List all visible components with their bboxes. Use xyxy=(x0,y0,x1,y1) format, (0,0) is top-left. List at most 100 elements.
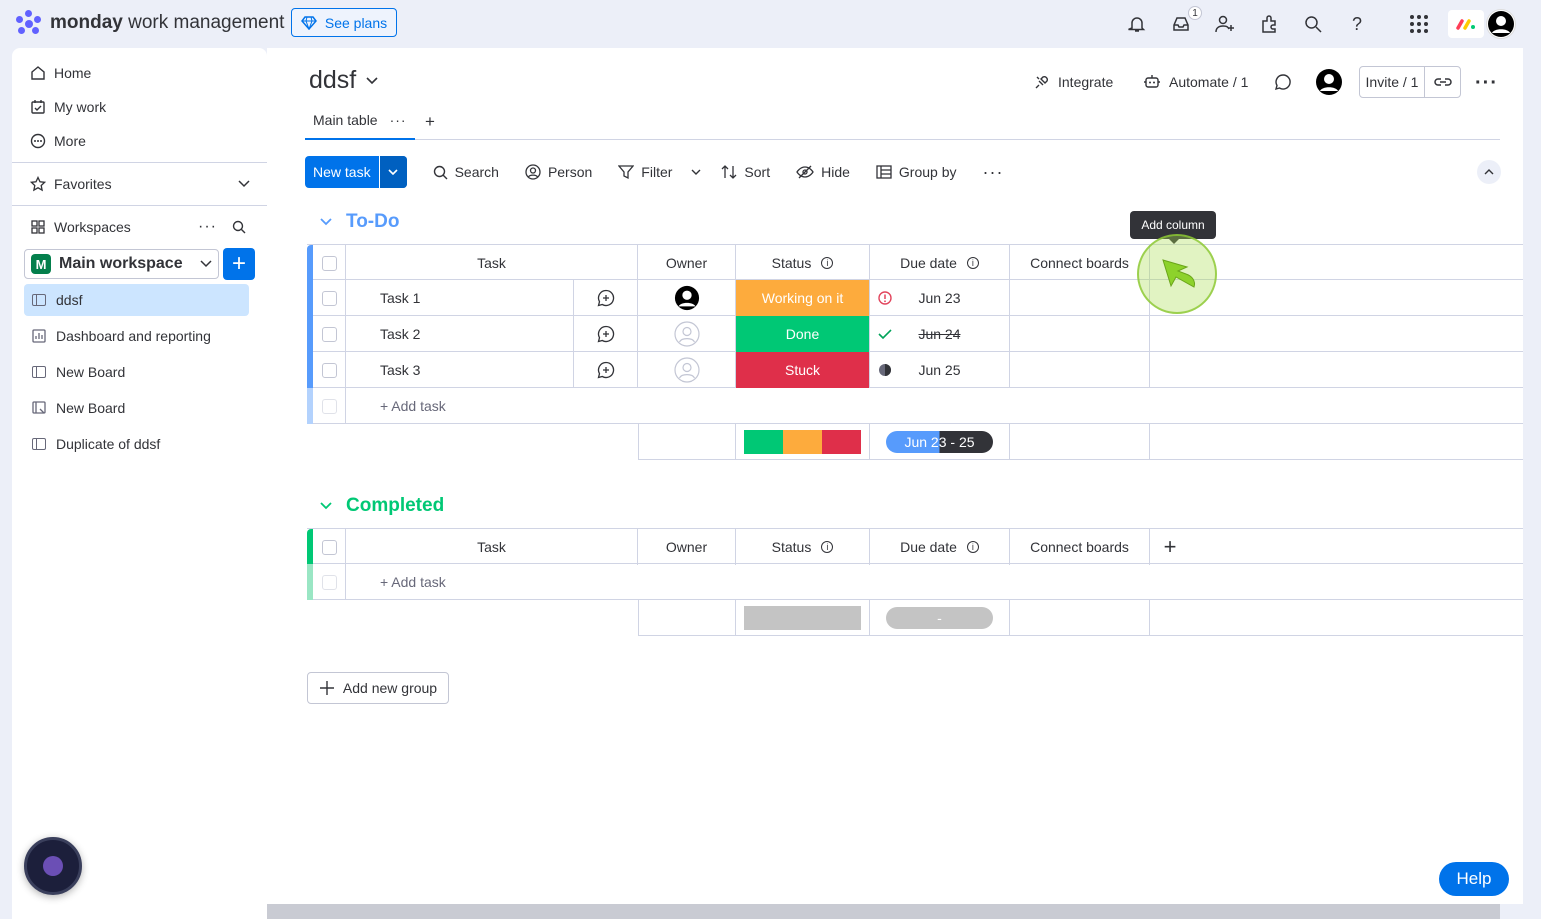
table-row[interactable]: Task 1 Working on it Jun 23 xyxy=(307,280,1523,316)
copy-link-icon[interactable] xyxy=(1424,67,1460,97)
workspace-selector[interactable]: M Main workspace xyxy=(24,249,219,279)
sidebar-my-work[interactable]: My work xyxy=(30,94,106,120)
horizontal-scrollbar[interactable] xyxy=(267,904,1500,919)
due-date-cell[interactable]: Jun 23 xyxy=(870,280,1010,316)
hide-button[interactable]: Hide xyxy=(796,164,850,180)
column-header-connect-boards[interactable]: Connect boards xyxy=(1010,245,1150,281)
sidebar-board-new-board-2[interactable]: New Board xyxy=(24,392,249,424)
info-icon[interactable]: i xyxy=(821,541,834,553)
task-name[interactable]: Task 1 xyxy=(346,280,573,316)
owner-empty-avatar-icon[interactable] xyxy=(638,316,736,352)
info-icon[interactable]: i xyxy=(966,541,979,553)
column-header-task[interactable]: Task xyxy=(346,245,638,281)
chevron-down-icon[interactable] xyxy=(691,169,701,175)
connect-boards-cell[interactable] xyxy=(1010,316,1150,352)
select-all-checkbox[interactable] xyxy=(313,529,346,565)
add-task-row[interactable]: + Add task xyxy=(307,388,1523,424)
integrate-button[interactable]: Integrate xyxy=(1034,70,1113,94)
select-all-checkbox[interactable] xyxy=(313,245,346,281)
sidebar-board-ddsf[interactable]: ddsf xyxy=(24,284,249,316)
row-checkbox[interactable] xyxy=(313,352,346,388)
status-cell[interactable]: Stuck xyxy=(736,352,870,388)
add-task-row[interactable]: + Add task xyxy=(307,564,1523,600)
due-date-cell[interactable]: Jun 25 xyxy=(870,352,1010,388)
search-icon[interactable] xyxy=(1301,12,1325,36)
collapse-header-icon[interactable] xyxy=(1477,160,1501,184)
invite-button[interactable]: Invite / 1 xyxy=(1359,66,1461,98)
add-item-button[interactable]: + xyxy=(223,248,255,280)
tab-main-table[interactable]: Main table ··· xyxy=(305,112,415,140)
group-header-todo[interactable]: To-Do xyxy=(320,211,399,233)
column-header-owner[interactable]: Owner xyxy=(638,529,736,565)
info-icon[interactable]: i xyxy=(821,257,834,269)
group-header-completed[interactable]: Completed xyxy=(320,495,444,517)
see-plans-button[interactable]: See plans xyxy=(291,8,397,37)
status-cell[interactable]: Working on it xyxy=(736,280,870,316)
filter-button[interactable]: Filter xyxy=(618,164,701,180)
row-checkbox[interactable] xyxy=(313,316,346,352)
sidebar-home[interactable]: Home xyxy=(30,60,91,86)
board-menu-icon[interactable]: ··· xyxy=(1475,72,1498,95)
add-view-icon[interactable]: + xyxy=(425,112,435,132)
column-header-status[interactable]: Status i xyxy=(736,529,870,565)
sidebar-favorites[interactable]: Favorites xyxy=(30,171,250,197)
sidebar-more[interactable]: More xyxy=(30,128,86,154)
board-title[interactable]: ddsf xyxy=(309,66,378,95)
task-name[interactable]: Task 2 xyxy=(346,316,573,352)
connect-boards-cell[interactable] xyxy=(1010,280,1150,316)
add-task-input[interactable]: + Add task xyxy=(346,564,746,600)
workspace-options-icon[interactable]: ··· xyxy=(198,218,217,236)
info-icon[interactable]: i xyxy=(966,257,979,269)
column-header-status[interactable]: Status i xyxy=(736,245,870,281)
ai-assistant-button[interactable] xyxy=(24,837,82,895)
sidebar-workspaces[interactable]: Workspaces xyxy=(30,214,131,240)
new-task-dropdown-icon[interactable] xyxy=(378,156,407,188)
column-header-connect-boards[interactable]: Connect boards xyxy=(1010,529,1150,565)
task-name[interactable]: Task 3 xyxy=(346,352,573,388)
add-update-icon[interactable] xyxy=(573,352,638,388)
monday-product-icon[interactable] xyxy=(1448,10,1484,38)
tab-options-icon[interactable]: ··· xyxy=(390,112,407,128)
sidebar-board-duplicate[interactable]: Duplicate of ddsf xyxy=(24,428,249,460)
column-header-task[interactable]: Task xyxy=(346,529,638,565)
connect-boards-cell[interactable] xyxy=(1010,352,1150,388)
date-summary-pill[interactable]: Jun 23 - 25 xyxy=(870,424,1010,460)
add-column-icon[interactable]: + xyxy=(1150,529,1190,565)
owner-avatar[interactable] xyxy=(638,280,736,316)
column-header-due-date[interactable]: Due date i xyxy=(870,529,1010,565)
add-new-group-button[interactable]: Add new group xyxy=(307,672,449,704)
new-task-button[interactable]: New task xyxy=(305,156,407,188)
status-summary-bar[interactable] xyxy=(736,600,870,636)
help-question-icon[interactable]: ? xyxy=(1345,12,1369,36)
table-row[interactable]: Task 2 Done Jun 24 xyxy=(307,316,1523,352)
help-button[interactable]: Help xyxy=(1439,862,1509,896)
user-avatar[interactable] xyxy=(1486,9,1516,39)
apps-puzzle-icon[interactable] xyxy=(1257,12,1281,36)
person-filter-button[interactable]: Person xyxy=(525,164,592,180)
notifications-bell-icon[interactable] xyxy=(1125,12,1149,36)
due-date-cell[interactable]: Jun 24 xyxy=(870,316,1010,352)
sidebar-board-dashboard[interactable]: Dashboard and reporting xyxy=(24,320,249,352)
sidebar-board-new-board[interactable]: New Board xyxy=(24,356,249,388)
status-summary-bar[interactable] xyxy=(736,424,870,460)
table-row[interactable]: Task 3 Stuck Jun 25 xyxy=(307,352,1523,388)
updates-comment-icon[interactable] xyxy=(1274,70,1292,94)
board-owner-avatar[interactable] xyxy=(1315,68,1343,99)
owner-empty-avatar-icon[interactable] xyxy=(638,352,736,388)
automate-button[interactable]: Automate / 1 xyxy=(1143,70,1248,94)
apps-grid-icon[interactable] xyxy=(1407,12,1431,36)
row-checkbox[interactable] xyxy=(313,280,346,316)
invite-members-icon[interactable] xyxy=(1213,12,1237,36)
status-cell[interactable]: Done xyxy=(736,316,870,352)
add-task-input[interactable]: + Add task xyxy=(346,388,746,424)
add-update-icon[interactable] xyxy=(573,316,638,352)
toolbar-more-icon[interactable]: ··· xyxy=(983,162,1004,183)
add-update-icon[interactable] xyxy=(573,280,638,316)
date-summary-pill[interactable]: - xyxy=(870,600,1010,636)
sort-button[interactable]: Sort xyxy=(721,164,770,180)
workspace-search-icon[interactable] xyxy=(232,220,246,237)
monday-logo[interactable]: monday work management xyxy=(16,10,284,36)
column-header-owner[interactable]: Owner xyxy=(638,245,736,281)
group-by-button[interactable]: Group by xyxy=(876,164,957,180)
column-header-due-date[interactable]: Due date i xyxy=(870,245,1010,281)
